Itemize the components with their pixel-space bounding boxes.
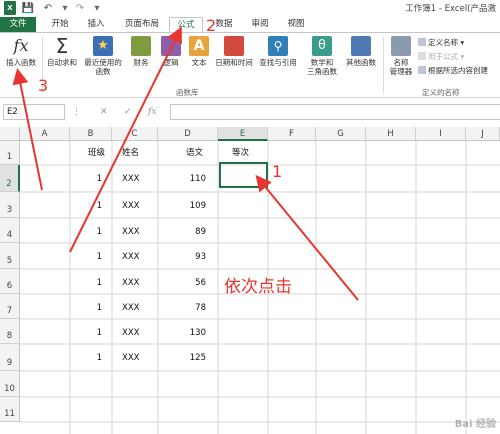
annotation-instruction: 依次点击 xyxy=(224,277,292,297)
watermark: Bai 经验 xyxy=(454,419,496,430)
annotation-step-1: 1 xyxy=(272,162,283,181)
annotation-step-2: 2 xyxy=(206,16,217,35)
annotation-step-3: 3 xyxy=(38,76,49,95)
annotation-arrows xyxy=(12,26,359,301)
arrow-to-formulas-tab xyxy=(69,26,182,253)
